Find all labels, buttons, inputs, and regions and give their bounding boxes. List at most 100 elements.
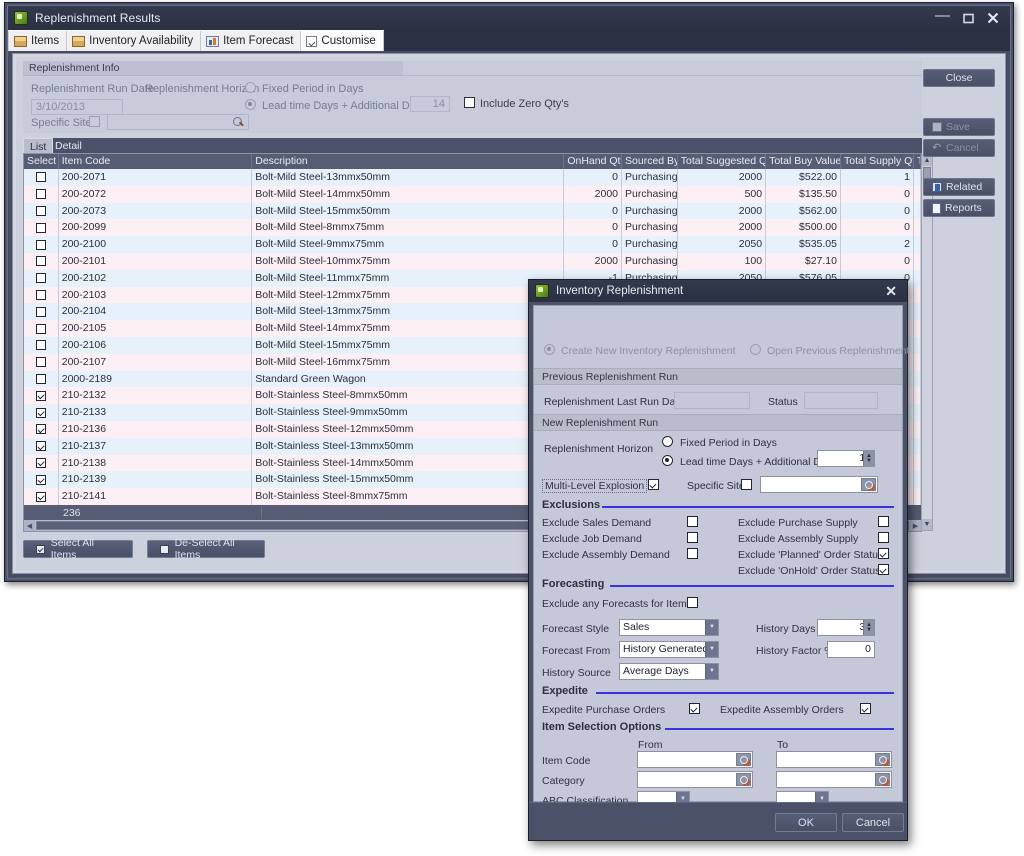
include-zero-qty-checkbox[interactable]	[464, 97, 475, 108]
tab-item-forecast[interactable]: Item Forecast	[201, 31, 301, 51]
checkbox-icon[interactable]	[36, 256, 46, 266]
item-code-to-input[interactable]	[776, 751, 892, 768]
dialog-close-icon[interactable]: ✕	[885, 284, 897, 298]
specific-site-checkbox[interactable]	[741, 479, 752, 490]
grid-column-header[interactable]: Sourced By	[622, 154, 678, 169]
checkbox-icon[interactable]	[36, 357, 46, 367]
grid-column-header[interactable]: Total Supply Qty	[841, 154, 914, 169]
exclude-assembly-demand-checkbox[interactable]	[687, 548, 698, 559]
close-icon[interactable]	[987, 12, 999, 24]
table-row[interactable]: 200-2099Bolt-Mild Steel-8mmx75mm0Purchas…	[24, 219, 921, 236]
row-select-cell[interactable]	[24, 303, 59, 320]
scroll-right-icon[interactable]: ▶	[910, 520, 921, 531]
grid-column-header[interactable]: Total Suggested Qty	[678, 154, 766, 169]
scroll-left-icon[interactable]: ◀	[24, 520, 35, 531]
history-factor-input[interactable]: 0	[827, 641, 875, 658]
row-select-cell[interactable]	[24, 488, 59, 505]
exclude-job-demand-checkbox[interactable]	[687, 532, 698, 543]
table-row[interactable]: 200-2073Bolt-Mild Steel-15mmx50mm0Purcha…	[24, 203, 921, 220]
radio-leadtime[interactable]	[245, 99, 256, 110]
chevron-down-icon[interactable]: ▼	[705, 642, 718, 657]
table-row[interactable]: 200-2072Bolt-Mild Steel-14mmx50mm2000Pur…	[24, 186, 921, 203]
item-code-from-input[interactable]	[637, 751, 753, 768]
specific-site-input[interactable]	[760, 476, 878, 493]
last-run-date-input[interactable]	[674, 392, 750, 409]
search-icon[interactable]	[875, 753, 890, 766]
checkbox-icon[interactable]	[36, 189, 46, 199]
checkbox-icon[interactable]	[36, 290, 46, 300]
exclude-forecasts-checkbox[interactable]	[687, 597, 698, 608]
checkbox-icon[interactable]	[36, 324, 46, 334]
window-titlebar[interactable]: Replenishment Results —	[8, 6, 1010, 30]
search-icon[interactable]	[861, 478, 876, 491]
checkbox-icon[interactable]	[36, 492, 46, 502]
table-row[interactable]: 200-2101Bolt-Mild Steel-10mmx75mm2000Pur…	[24, 253, 921, 270]
radio-leadtime[interactable]	[662, 455, 673, 466]
row-select-cell[interactable]	[24, 203, 59, 220]
related-button[interactable]: Related	[923, 178, 995, 196]
tab-detail[interactable]: Detail	[49, 138, 88, 154]
chevron-down-icon[interactable]: ▼	[705, 620, 718, 635]
row-select-cell[interactable]	[24, 404, 59, 421]
row-select-cell[interactable]	[24, 354, 59, 371]
save-button[interactable]: Save	[923, 118, 995, 136]
grid-column-header[interactable]: T	[914, 154, 921, 169]
row-select-cell[interactable]	[24, 438, 59, 455]
row-select-cell[interactable]	[24, 253, 59, 270]
select-all-items-button[interactable]: Select All Items	[23, 540, 133, 558]
row-select-cell[interactable]	[24, 270, 59, 287]
checkbox-icon[interactable]	[36, 475, 46, 485]
row-select-cell[interactable]	[24, 169, 59, 186]
grid-column-header[interactable]: OnHand Qty	[564, 154, 622, 169]
exclude-purchase-supply-checkbox[interactable]	[878, 516, 889, 527]
run-date-value[interactable]: 3/10/2013	[31, 99, 123, 115]
search-icon[interactable]	[736, 773, 751, 786]
grid-column-header[interactable]: Item Code	[59, 154, 253, 169]
checkbox-icon[interactable]	[36, 374, 46, 384]
search-icon[interactable]	[875, 773, 890, 786]
checkbox-icon[interactable]	[36, 223, 46, 233]
spinner-icon[interactable]: ▲▼	[863, 620, 874, 635]
forecast-from-dropdown[interactable]: History Generated ▼	[619, 641, 719, 658]
history-days-input[interactable]: 30 ▲▼	[817, 619, 875, 636]
row-select-cell[interactable]	[24, 471, 59, 488]
checkbox-icon[interactable]	[36, 408, 46, 418]
checkbox-icon[interactable]	[36, 307, 46, 317]
chevron-down-icon[interactable]: ▼	[705, 664, 718, 679]
exclude-sales-demand-checkbox[interactable]	[687, 516, 698, 527]
deselect-all-items-button[interactable]: De-Select All Items	[147, 540, 265, 558]
exclude-onhold-order-status-checkbox[interactable]	[878, 564, 889, 575]
row-select-cell[interactable]	[24, 421, 59, 438]
cancel-button[interactable]: ↶ Cancel	[923, 139, 995, 157]
checkbox-icon[interactable]	[36, 240, 46, 250]
specific-site-checkbox[interactable]	[89, 116, 100, 127]
row-select-cell[interactable]	[24, 236, 59, 253]
close-button[interactable]: Close	[923, 69, 995, 87]
minimize-icon[interactable]: —	[935, 8, 950, 23]
row-select-cell[interactable]	[24, 320, 59, 337]
checkbox-icon[interactable]	[36, 340, 46, 350]
reports-button[interactable]: Reports	[923, 199, 995, 217]
ok-button[interactable]: OK	[775, 813, 837, 832]
checkbox-icon[interactable]	[36, 458, 46, 468]
grid-column-header[interactable]: Description	[252, 154, 564, 169]
radio-open-previous-replenishment[interactable]	[750, 344, 761, 355]
maximize-icon[interactable]	[963, 13, 974, 24]
row-select-cell[interactable]	[24, 219, 59, 236]
checkbox-icon[interactable]	[36, 206, 46, 216]
checkbox-icon[interactable]	[36, 273, 46, 283]
row-select-cell[interactable]	[24, 387, 59, 404]
row-select-cell[interactable]	[24, 371, 59, 388]
row-select-cell[interactable]	[24, 186, 59, 203]
dialog-titlebar[interactable]: Inventory Replenishment ✕	[529, 280, 907, 302]
tab-inventory-availability[interactable]: Inventory Availability	[67, 31, 201, 51]
history-source-dropdown[interactable]: Average Days ▼	[619, 663, 719, 680]
radio-fixed-period[interactable]	[662, 436, 673, 447]
category-from-input[interactable]	[637, 771, 753, 788]
checkbox-icon[interactable]	[36, 441, 46, 451]
multi-level-explosion-checkbox[interactable]	[648, 479, 659, 490]
table-row[interactable]: 200-2100Bolt-Mild Steel-9mmx75mm0Purchas…	[24, 236, 921, 253]
cancel-button[interactable]: Cancel	[842, 813, 904, 832]
expedite-purchase-orders-checkbox[interactable]	[689, 703, 700, 714]
checkbox-icon[interactable]	[36, 391, 46, 401]
